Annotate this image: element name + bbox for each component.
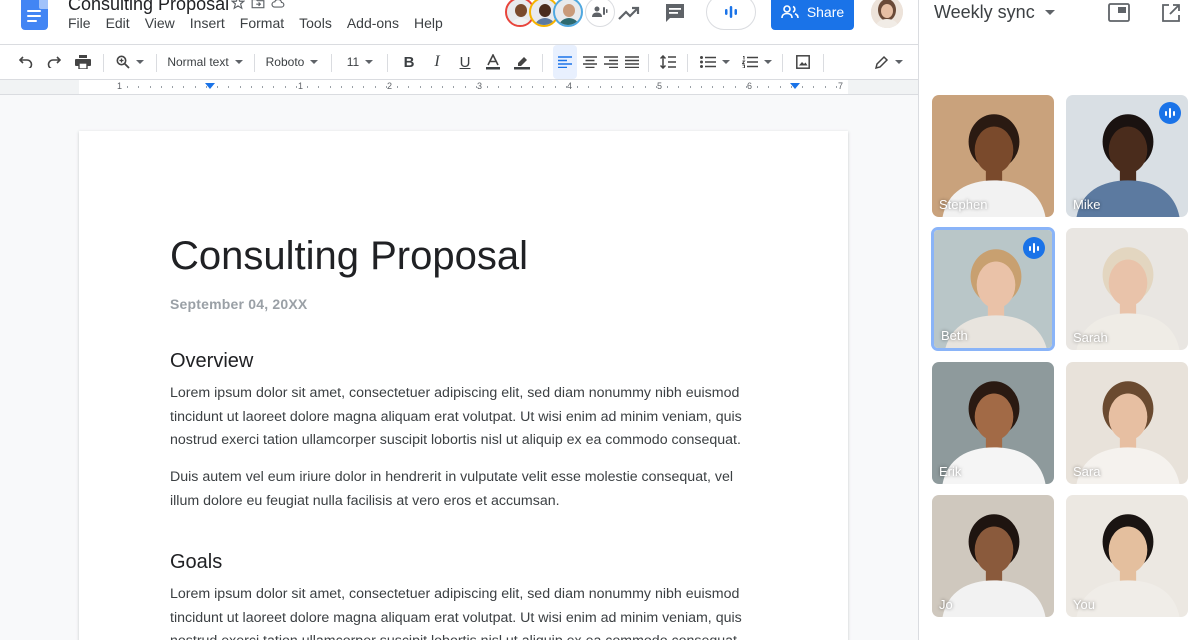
align-right-icon[interactable] xyxy=(601,45,621,79)
align-left-icon[interactable] xyxy=(553,45,577,79)
activity-dashboard-icon[interactable] xyxy=(617,2,641,24)
bold-icon[interactable]: B xyxy=(398,45,420,79)
paragraph: Lorem ipsum dolor sit amet, consectetuer… xyxy=(170,586,742,640)
docs-header: Consulting Proposal File Edit View Inser… xyxy=(0,0,918,44)
participant-name: Sara xyxy=(1073,464,1101,479)
highlight-color-icon[interactable] xyxy=(511,45,533,79)
participant-tile-jo[interactable]: Jo xyxy=(932,495,1054,617)
insert-image-icon[interactable] xyxy=(793,45,813,79)
participant-tile-beth[interactable]: Beth xyxy=(931,227,1055,351)
participant-tile-stephen[interactable]: Stephen xyxy=(932,95,1054,217)
text-color-icon[interactable] xyxy=(483,45,503,79)
meeting-title-dropdown[interactable]: Weekly sync xyxy=(934,2,1055,23)
menu-bar: File Edit View Insert Format Tools Add-o… xyxy=(68,15,458,31)
menu-view[interactable]: View xyxy=(145,15,175,31)
underline-icon[interactable]: U xyxy=(454,45,476,79)
speaking-indicator-icon xyxy=(1023,237,1045,259)
paragraph: Lorem ipsum dolor sit amet, consectetuer… xyxy=(170,385,742,448)
paragraph: Duis autem vel eum iriure dolor in hendr… xyxy=(170,469,734,509)
participant-name: Stephen xyxy=(939,197,988,212)
people-icon xyxy=(781,5,799,19)
undo-icon[interactable] xyxy=(16,45,36,79)
meet-side-panel: Weekly sync Stephen Mike Beth Sarah Erik Sara… xyxy=(918,0,1200,640)
bulleted-list-dropdown[interactable] xyxy=(698,45,732,79)
font-size-dropdown[interactable]: 11 xyxy=(342,45,378,79)
redo-icon[interactable] xyxy=(44,45,64,79)
italic-icon[interactable]: I xyxy=(426,45,448,79)
share-label: Share xyxy=(806,4,845,20)
document-date: September 04, 20XX xyxy=(170,296,308,312)
print-icon[interactable] xyxy=(72,45,94,79)
zoom-icon xyxy=(116,55,130,69)
meeting-title: Weekly sync xyxy=(934,2,1035,22)
paragraph-style-dropdown[interactable]: Normal text xyxy=(166,45,244,79)
ruler-number: 1 xyxy=(298,81,304,91)
formatting-toolbar: Normal text Roboto 11 B I U xyxy=(0,44,918,80)
menu-help[interactable]: Help xyxy=(414,15,443,31)
menu-insert[interactable]: Insert xyxy=(190,15,225,31)
line-spacing-icon[interactable] xyxy=(658,45,678,79)
menu-edit[interactable]: Edit xyxy=(106,15,130,31)
document-heading: Consulting Proposal xyxy=(170,234,528,278)
menu-add-ons[interactable]: Add-ons xyxy=(347,15,399,31)
ruler-number: 2 xyxy=(387,81,393,91)
numbered-list-dropdown[interactable] xyxy=(740,45,774,79)
paragraph-style-value: Normal text xyxy=(167,55,229,69)
cloud-saved-icon[interactable] xyxy=(271,0,285,10)
share-button[interactable]: Share xyxy=(771,0,854,30)
picture-in-picture-icon[interactable] xyxy=(1108,3,1130,23)
menu-tools[interactable]: Tools xyxy=(299,15,332,31)
ruler-number: 5 xyxy=(657,81,663,91)
document-page[interactable]: Consulting Proposal September 04, 20XX O… xyxy=(79,131,848,640)
numbered-list-icon xyxy=(742,56,758,68)
comments-icon[interactable] xyxy=(664,2,686,24)
speaking-indicator-icon xyxy=(1159,102,1181,124)
ruler-number: 6 xyxy=(747,81,753,91)
ruler-number: 7 xyxy=(838,81,844,91)
pencil-icon xyxy=(875,55,889,69)
zoom-dropdown[interactable] xyxy=(114,45,146,79)
participant-name: Erik xyxy=(939,464,962,479)
participant-tile-you[interactable]: You xyxy=(1066,495,1188,617)
section-heading-goals: Goals xyxy=(170,551,223,573)
menu-format[interactable]: Format xyxy=(240,15,284,31)
star-icon[interactable] xyxy=(231,0,245,10)
meet-presence-icon[interactable] xyxy=(585,0,615,27)
participant-name: Jo xyxy=(939,597,953,612)
document-title[interactable]: Consulting Proposal xyxy=(68,0,229,15)
speaking-icon xyxy=(725,6,737,18)
font-dropdown[interactable]: Roboto xyxy=(264,45,320,79)
docs-logo-icon[interactable] xyxy=(21,0,48,30)
title-icons xyxy=(231,0,285,10)
font-size-value: 11 xyxy=(346,55,360,69)
participant-name: Sarah xyxy=(1073,330,1108,345)
menu-file[interactable]: File xyxy=(68,15,91,31)
ruler-number: 3 xyxy=(477,81,483,91)
font-value: Roboto xyxy=(265,55,305,69)
participant-tile-mike[interactable]: Mike xyxy=(1066,95,1188,217)
chevron-down-icon xyxy=(1044,10,1055,15)
ruler-number: 4 xyxy=(567,81,573,91)
avatar[interactable] xyxy=(553,0,583,27)
participant-tile-sara[interactable]: Sara xyxy=(1066,362,1188,484)
open-in-new-window-icon[interactable] xyxy=(1161,3,1181,23)
ruler: 1 1 2 3 4 5 6 7 xyxy=(0,80,918,95)
meet-audio-button[interactable] xyxy=(706,0,756,30)
ruler-number: 1 xyxy=(117,81,123,91)
participant-name: Beth xyxy=(941,328,968,343)
justify-icon[interactable] xyxy=(622,45,642,79)
bulleted-list-icon xyxy=(700,56,716,68)
participant-tile-sarah[interactable]: Sarah xyxy=(1066,228,1188,350)
editing-mode-dropdown[interactable] xyxy=(873,45,905,79)
participant-name: Mike xyxy=(1073,197,1101,212)
align-center-icon[interactable] xyxy=(580,45,600,79)
docs-window: Consulting Proposal File Edit View Inser… xyxy=(0,0,918,640)
participant-name: You xyxy=(1073,597,1095,612)
collaborator-avatars xyxy=(505,0,615,27)
account-avatar[interactable] xyxy=(871,0,903,28)
move-to-folder-icon[interactable] xyxy=(251,0,265,10)
participant-tile-erik[interactable]: Erik xyxy=(932,362,1054,484)
section-heading-overview: Overview xyxy=(170,350,254,372)
